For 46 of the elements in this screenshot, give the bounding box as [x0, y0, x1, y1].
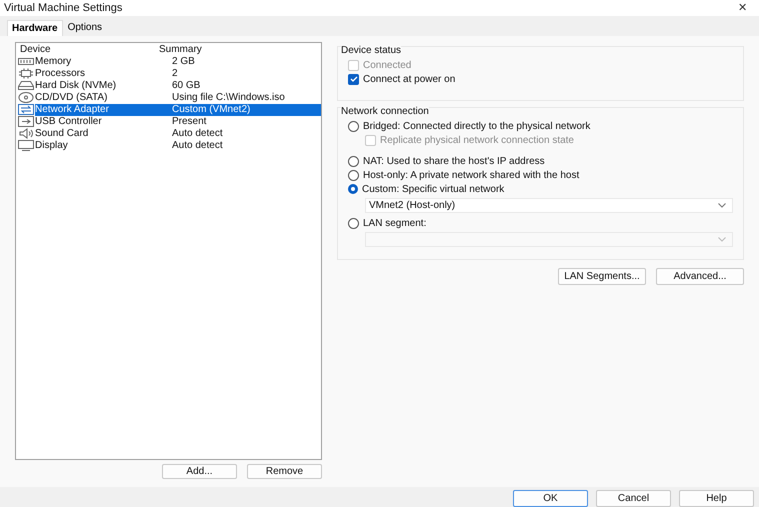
list-button[interactable]: Add... — [162, 464, 237, 479]
radio-button[interactable] — [348, 184, 358, 194]
radio-button[interactable] — [348, 120, 359, 132]
radio-button[interactable] — [348, 170, 359, 181]
close-button[interactable]: ✕ — [726, 1, 759, 14]
radio-button[interactable] — [348, 156, 359, 167]
device-row[interactable]: Network Adapter Custom (VMnet2) — [35, 104, 321, 116]
list-button[interactable]: Remove — [247, 464, 322, 479]
dialog-button[interactable]: OK — [513, 490, 588, 507]
checkbox[interactable] — [348, 74, 359, 85]
group-title: Network connection — [341, 106, 429, 117]
window-title: Virtual Machine Settings — [4, 2, 122, 14]
group-title: Device status — [341, 44, 402, 56]
radio-label: Host-only: A private network shared with the host — [363, 170, 580, 181]
network-icon — [18, 104, 34, 116]
network-button[interactable]: Advanced... — [656, 268, 744, 285]
display-icon — [18, 140, 34, 152]
dialog-button[interactable]: Cancel — [596, 490, 671, 507]
network-button[interactable]: LAN Segments... — [558, 268, 646, 285]
column-header: Summary — [159, 44, 203, 56]
radio-label: LAN segment: — [363, 218, 426, 229]
radio-label: Custom: Specific virtual network — [362, 184, 504, 195]
radio-button[interactable] — [348, 218, 359, 229]
usb-icon — [18, 116, 34, 128]
chevron-down-icon — [718, 236, 726, 242]
device-row[interactable]: Sound Card Auto detect — [35, 128, 321, 140]
device-row[interactable]: Memory 2 GB — [35, 56, 321, 68]
checkbox-label: Replicate physical network connection state — [380, 134, 574, 146]
device-row[interactable]: Display Auto detect — [35, 140, 321, 152]
radio-label: NAT: Used to share the host's IP address — [363, 156, 545, 167]
sound-icon — [18, 128, 34, 140]
device-row[interactable]: Hard Disk (NVMe) 60 GB — [35, 80, 321, 92]
device-row[interactable]: CD/DVD (SATA) Using file C:\Windows.iso — [35, 92, 321, 104]
radio-label: Bridged: Connected directly to the physical network — [363, 120, 590, 132]
device-row[interactable]: USB Controller Present — [35, 116, 321, 128]
dialog-button[interactable]: Help — [679, 490, 754, 507]
chevron-down-icon — [718, 202, 726, 208]
tab[interactable]: Hardware — [7, 20, 63, 36]
network-dropdown[interactable]: VMnet2 (Host-only) — [365, 198, 733, 213]
processor-icon — [18, 68, 34, 80]
memory-icon — [18, 56, 34, 68]
checkbox-label: Connected — [363, 60, 412, 71]
column-header: Device — [20, 44, 52, 56]
checkbox-label: Connect at power on — [363, 74, 456, 85]
cd-icon — [18, 92, 34, 104]
device-row[interactable]: Processors 2 — [35, 68, 321, 80]
